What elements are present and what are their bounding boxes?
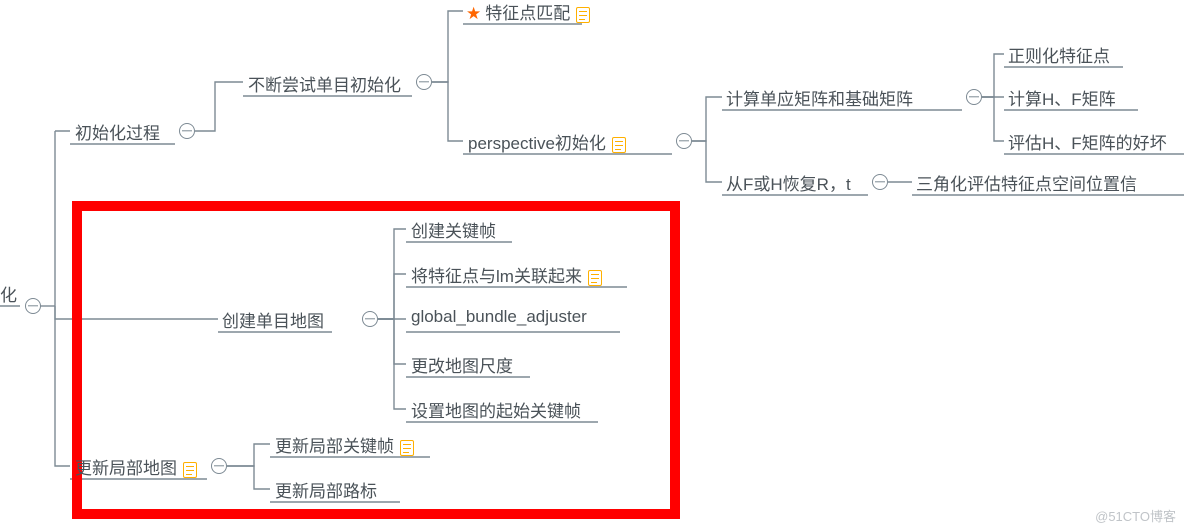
node-set-initial-kf[interactable]: 设置地图的起始关键帧 bbox=[411, 397, 581, 422]
node-label: 更新局部路标 bbox=[275, 482, 377, 501]
node-update-local-kf[interactable]: 更新局部关键帧 bbox=[275, 432, 414, 458]
node-label: 化 bbox=[0, 286, 17, 305]
node-update-local-map[interactable]: 更新局部地图 bbox=[75, 454, 197, 480]
toggle-icon[interactable] bbox=[25, 298, 41, 314]
node-label: 计算H、F矩阵 bbox=[1008, 90, 1116, 109]
note-icon[interactable] bbox=[588, 268, 602, 288]
node-link-features-lm[interactable]: 将特征点与lm关联起来 bbox=[411, 262, 602, 288]
node-triangulate[interactable]: 三角化评估特征点空间位置信 bbox=[916, 170, 1137, 195]
node-label: 评估H、F矩阵的好坏 bbox=[1008, 134, 1167, 153]
toggle-icon[interactable] bbox=[872, 174, 888, 190]
note-icon[interactable] bbox=[183, 460, 197, 480]
node-root[interactable]: 化 bbox=[0, 281, 17, 306]
node-label: 正则化特征点 bbox=[1008, 47, 1110, 66]
node-perspective-init[interactable]: perspective初始化 bbox=[468, 129, 626, 155]
node-feature-match[interactable]: ★特征点匹配 bbox=[466, 0, 590, 25]
node-label: perspective初始化 bbox=[468, 134, 606, 153]
node-evaluate-HF[interactable]: 评估H、F矩阵的好坏 bbox=[1008, 129, 1167, 154]
note-icon[interactable] bbox=[576, 5, 590, 25]
node-label: 从F或H恢复R，t bbox=[726, 175, 851, 194]
node-global-ba[interactable]: global_bundle_adjuster bbox=[411, 307, 587, 327]
node-change-map-scale[interactable]: 更改地图尺度 bbox=[411, 352, 513, 377]
node-label: global_bundle_adjuster bbox=[411, 307, 587, 326]
node-compute-HF-label[interactable]: 计算H、F矩阵 bbox=[1008, 85, 1116, 110]
node-compute-H-F[interactable]: 计算单应矩阵和基础矩阵 bbox=[726, 85, 913, 110]
toggle-icon[interactable] bbox=[179, 123, 195, 139]
star-icon: ★ bbox=[466, 4, 481, 23]
node-regularize-features[interactable]: 正则化特征点 bbox=[1008, 42, 1110, 67]
node-label: 初始化过程 bbox=[75, 124, 160, 143]
node-label: 更新局部地图 bbox=[75, 459, 177, 478]
node-label: 不断尝试单目初始化 bbox=[248, 76, 401, 95]
node-label: 更新局部关键帧 bbox=[275, 437, 394, 456]
note-icon[interactable] bbox=[400, 438, 414, 458]
toggle-icon[interactable] bbox=[211, 458, 227, 474]
node-update-local-lm[interactable]: 更新局部路标 bbox=[275, 477, 377, 502]
note-icon[interactable] bbox=[612, 135, 626, 155]
node-init-process[interactable]: 初始化过程 bbox=[75, 119, 160, 144]
node-create-keyframe[interactable]: 创建关键帧 bbox=[411, 217, 496, 242]
toggle-icon[interactable] bbox=[676, 133, 692, 149]
watermark: @51CTO博客 bbox=[1095, 506, 1176, 525]
node-label: 特征点匹配 bbox=[485, 4, 570, 23]
node-label: 创建单目地图 bbox=[222, 312, 324, 331]
node-label: 创建关键帧 bbox=[411, 222, 496, 241]
node-label: 更改地图尺度 bbox=[411, 357, 513, 376]
node-label: 三角化评估特征点空间位置信 bbox=[916, 175, 1137, 194]
node-label: 将特征点与lm关联起来 bbox=[411, 267, 582, 286]
node-try-mono-init[interactable]: 不断尝试单目初始化 bbox=[248, 71, 401, 96]
toggle-icon[interactable] bbox=[966, 89, 982, 105]
node-recover-Rt[interactable]: 从F或H恢复R，t bbox=[726, 170, 851, 195]
node-label: 计算单应矩阵和基础矩阵 bbox=[726, 90, 913, 109]
toggle-icon[interactable] bbox=[416, 74, 432, 90]
node-label: 设置地图的起始关键帧 bbox=[411, 402, 581, 421]
node-create-mono-map[interactable]: 创建单目地图 bbox=[222, 307, 324, 332]
toggle-icon[interactable] bbox=[362, 311, 378, 327]
